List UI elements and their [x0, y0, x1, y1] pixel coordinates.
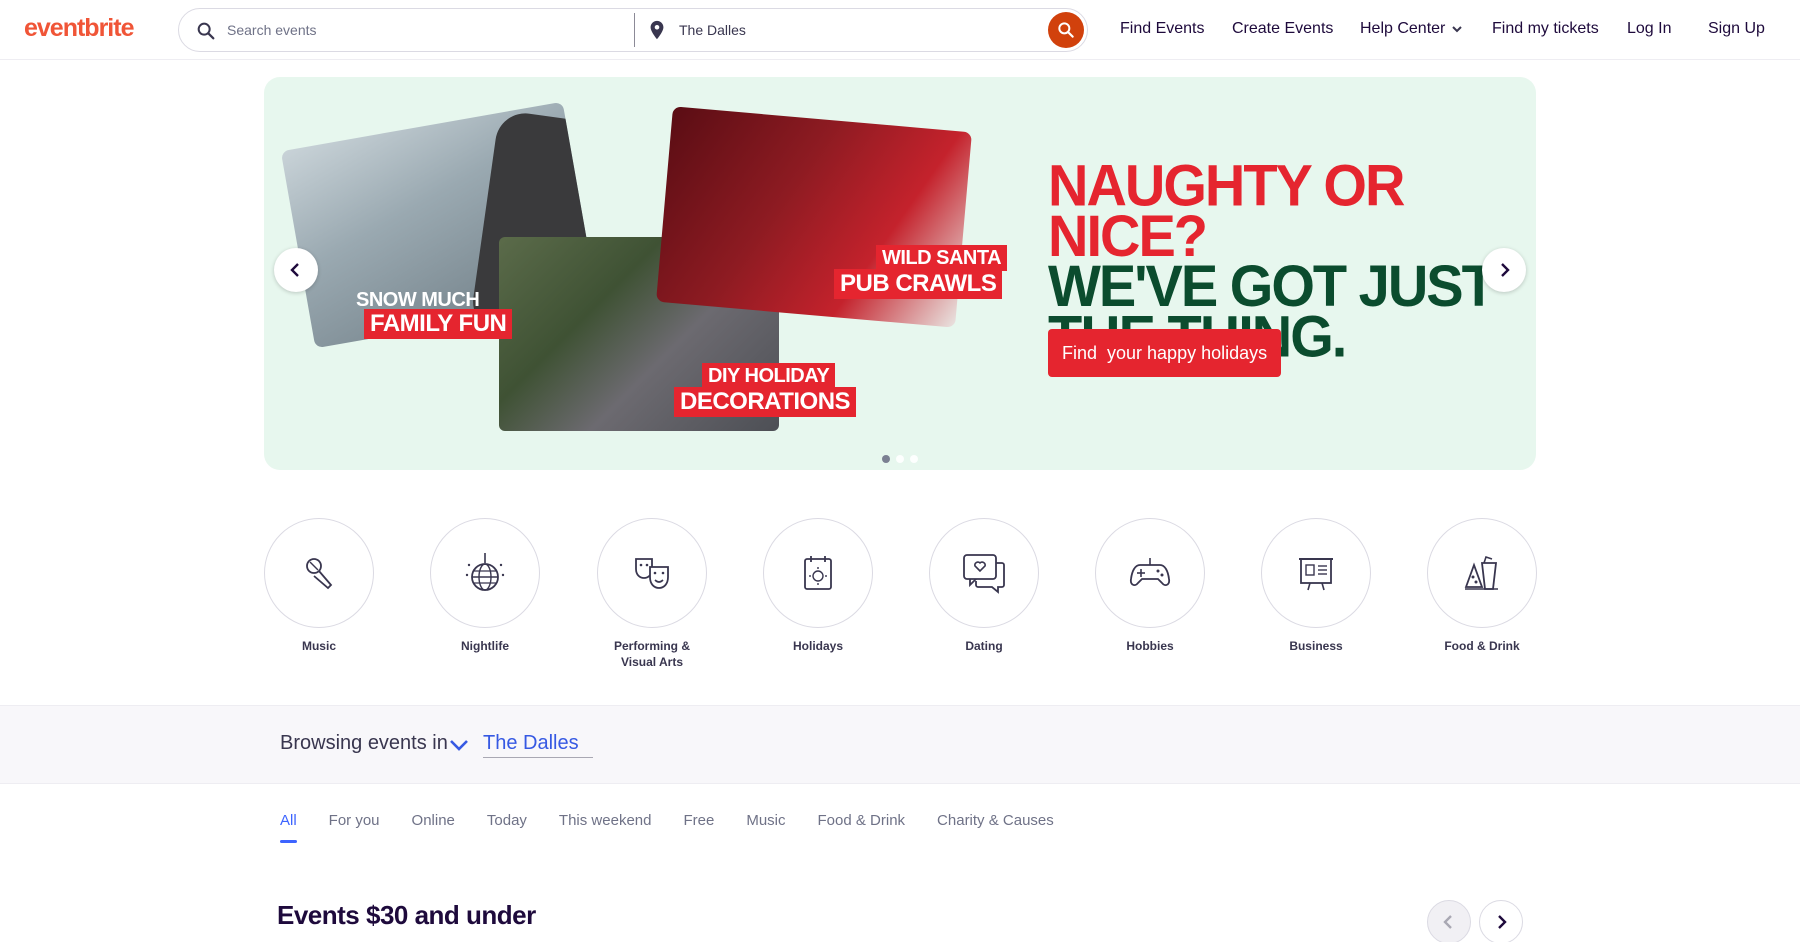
nav-help-center-label: Help Center [1360, 20, 1446, 37]
browse-location-selector[interactable]: The Dalles [483, 732, 593, 758]
chat-heart-icon [963, 554, 1005, 594]
search-icon [1058, 22, 1074, 38]
category-dating-circle [929, 518, 1039, 628]
chevron-down-icon[interactable] [448, 734, 470, 756]
tag-santa-top: WILD SANTA [876, 245, 1008, 271]
section-title: Events $30 and under [277, 900, 536, 930]
category-dating[interactable]: Dating [929, 518, 1039, 654]
hero-dot-1[interactable] [882, 455, 890, 463]
tab-free[interactable]: Free [683, 812, 714, 843]
category-performing-arts-circle [597, 518, 707, 628]
tab-food-drink[interactable]: Food & Drink [818, 812, 906, 843]
nav-help-center[interactable]: Help Center [1360, 20, 1463, 38]
chevron-right-icon [1498, 915, 1507, 929]
search-bar [178, 8, 1088, 52]
section-divider [0, 783, 1800, 784]
hero-headline-line1: NAUGHTY OR NICE? [1048, 151, 1405, 269]
search-divider [634, 13, 635, 47]
chevron-left-icon [1443, 915, 1452, 929]
chevron-right-icon [1501, 263, 1510, 277]
category-holidays-circle [763, 518, 873, 628]
category-business-circle [1261, 518, 1371, 628]
tab-all[interactable]: All [280, 812, 297, 843]
category-hobbies[interactable]: Hobbies [1095, 518, 1205, 654]
hero-banner[interactable]: SNOW MUCH FAMILY FUN WILD SANTA PUB CRAW… [264, 77, 1536, 470]
tag-diy-bottom: DECORATIONS [674, 387, 857, 417]
location-input[interactable] [679, 9, 1039, 51]
location-pin-icon [650, 20, 664, 40]
disco-ball-icon [465, 553, 505, 591]
search-icon [197, 22, 215, 40]
presentation-icon [1299, 558, 1333, 591]
calendar-icon [804, 556, 832, 590]
tab-music[interactable]: Music [746, 812, 785, 843]
top-header: eventbrite Find Events Create Events Hel… [0, 0, 1800, 60]
category-label: Music [301, 639, 336, 653]
tab-this-weekend[interactable]: This weekend [559, 812, 652, 843]
section-prev-button[interactable] [1427, 900, 1471, 942]
category-music[interactable]: Music [264, 518, 374, 654]
eventbrite-logo[interactable]: eventbrite [24, 14, 134, 43]
search-input[interactable] [227, 9, 627, 51]
nav-find-tickets[interactable]: Find my tickets [1492, 20, 1599, 38]
category-label: Dating [965, 639, 1003, 653]
tab-online[interactable]: Online [412, 812, 455, 843]
category-label: Nightlife [461, 639, 509, 653]
tag-santa-bottom: PUB CRAWLS [834, 269, 1003, 299]
nav-sign-up[interactable]: Sign Up [1708, 20, 1765, 38]
chevron-down-icon [1452, 26, 1463, 33]
tab-charity-causes[interactable]: Charity & Causes [937, 812, 1054, 843]
nav-find-events[interactable]: Find Events [1120, 20, 1204, 38]
hero-prev-button[interactable] [274, 248, 318, 292]
hero-dot-3[interactable] [910, 455, 918, 463]
food-drink-icon [1464, 555, 1498, 590]
browse-label: Browsing events in [280, 732, 448, 754]
category-label: Food & Drink [1444, 639, 1520, 653]
hero-next-button[interactable] [1482, 248, 1526, 292]
category-hobbies-circle [1095, 518, 1205, 628]
category-label: Hobbies [1126, 639, 1174, 653]
category-holidays[interactable]: Holidays [763, 518, 873, 654]
category-business[interactable]: Business [1261, 518, 1371, 654]
theater-masks-icon [635, 558, 669, 589]
hero-dot-2[interactable] [896, 455, 904, 463]
tab-for-you[interactable]: For you [329, 812, 380, 843]
section-next-button[interactable] [1479, 900, 1523, 942]
category-food-drink-circle [1427, 518, 1537, 628]
search-submit-button[interactable] [1048, 12, 1084, 48]
event-filter-tabs: All For you Online Today This weekend Fr… [280, 812, 1054, 843]
gamepad-icon [1129, 558, 1171, 586]
tag-diy-top: DIY HOLIDAY [702, 363, 836, 389]
hero-cta-button[interactable]: Find your happy holidays [1048, 329, 1282, 377]
category-food-drink[interactable]: Food & Drink [1427, 518, 1537, 654]
nav-create-events[interactable]: Create Events [1232, 20, 1333, 38]
chevron-left-icon [290, 263, 299, 277]
category-nightlife-circle [430, 518, 540, 628]
category-music-circle [264, 518, 374, 628]
category-label: Holidays [792, 639, 843, 653]
category-label: Performing & Visual Arts [613, 639, 690, 669]
tab-today[interactable]: Today [487, 812, 527, 843]
browse-location-band [0, 706, 1800, 783]
microphone-icon [306, 558, 333, 590]
category-performing-arts[interactable]: Performing & Visual Arts [597, 518, 707, 670]
hero-pagination [882, 455, 918, 463]
category-label: Business [1289, 639, 1343, 653]
category-nightlife[interactable]: Nightlife [430, 518, 540, 654]
tag-snow-bottom: FAMILY FUN [364, 309, 513, 339]
nav-log-in[interactable]: Log In [1627, 20, 1671, 38]
